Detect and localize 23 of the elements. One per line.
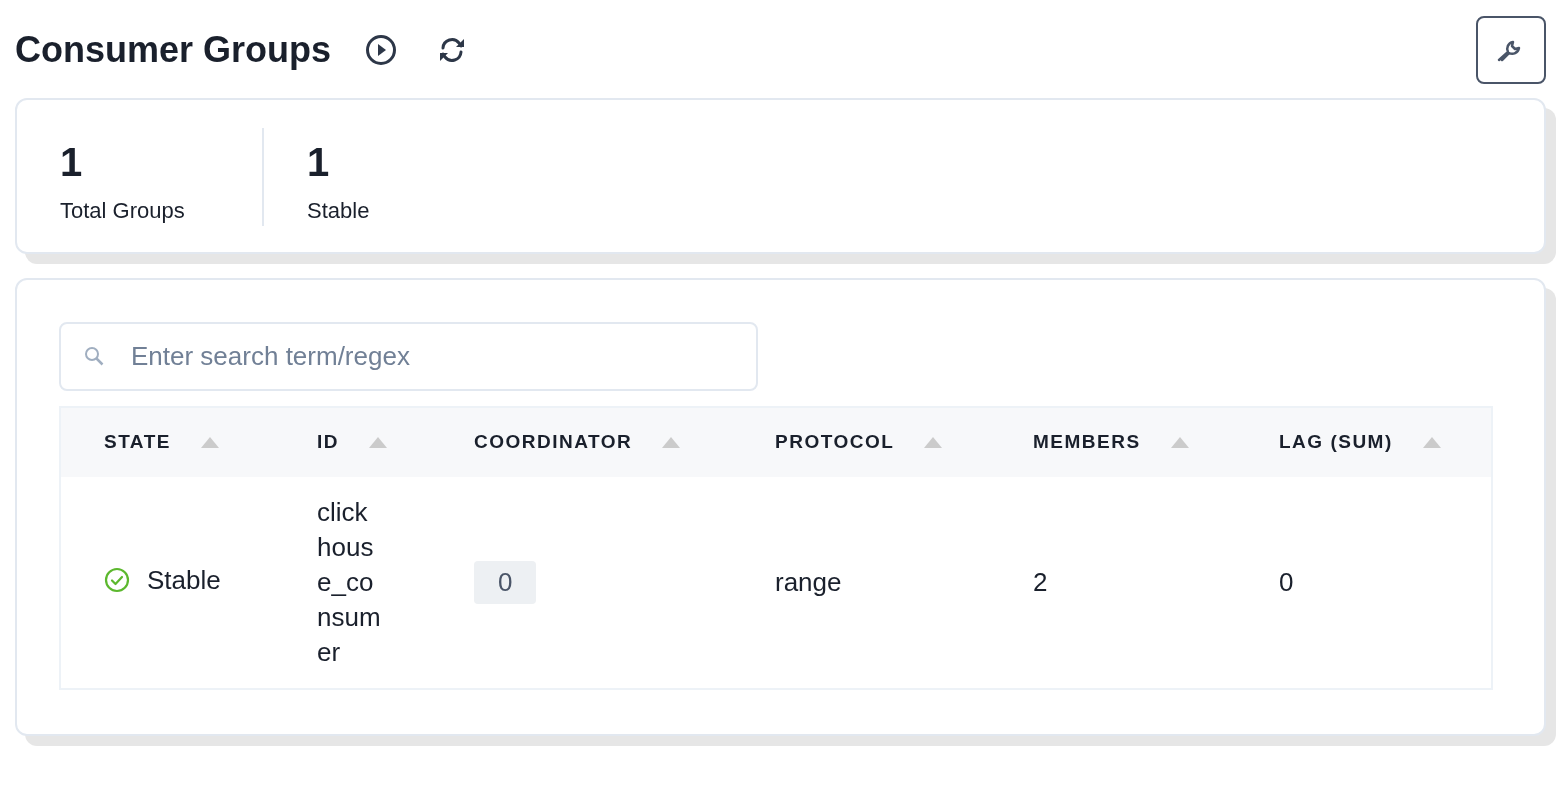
table-cell: 2: [1033, 567, 1048, 597]
sort-arrow-icon: [1170, 437, 1189, 448]
column-header[interactable]: ID: [317, 428, 387, 457]
search-icon: [83, 345, 105, 367]
sort-arrow-icon: [200, 437, 219, 448]
sort-arrow-icon: [369, 437, 387, 448]
check-circle-icon: [104, 567, 130, 594]
table-cell: 0: [1279, 567, 1294, 597]
search-field[interactable]: Enter search term/regex: [59, 322, 758, 391]
stat-value: 1: [60, 140, 84, 184]
stat-value: 1: [307, 140, 331, 184]
stat-label: Stable: [307, 197, 370, 225]
sort-arrow-icon: [924, 437, 943, 448]
stat-label: Total Groups: [60, 197, 186, 225]
coordinator-badge: 0: [474, 561, 537, 604]
sort-arrow-icon: [1422, 437, 1441, 448]
play-icon[interactable]: [365, 34, 398, 66]
page-title: Consumer Groups: [15, 28, 332, 72]
state-text: Stable: [147, 563, 221, 597]
sort-arrow-icon: [662, 437, 681, 448]
wrench-button[interactable]: [1476, 16, 1546, 84]
table-cell: range: [775, 567, 842, 597]
table-cell-text: clickhouse_consumer: [317, 496, 382, 669]
